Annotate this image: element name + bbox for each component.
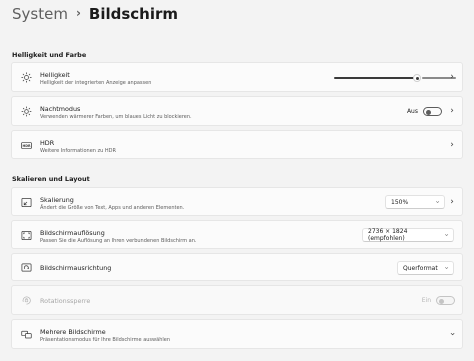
breadcrumb-separator: › — [75, 6, 81, 20]
rotation-lock-title: Rotationssperre — [40, 297, 91, 305]
section-title-scale-layout: Skalieren und Layout — [12, 175, 90, 183]
resolution-icon — [21, 230, 32, 241]
rotation-lock-card: Rotationssperre Ein — [11, 285, 463, 315]
orientation-icon — [21, 262, 32, 273]
rotation-lock-icon — [21, 295, 32, 306]
hdr-icon-glyph: HDR — [22, 144, 30, 148]
scaling-title: Skalierung — [40, 196, 74, 204]
night-mode-state-label: Aus — [406, 108, 418, 115]
orientation-dropdown-value: Querformat — [403, 264, 438, 272]
multiple-displays-description: Präsentationsmodus für Ihre Bildschirme … — [40, 337, 170, 343]
night-mode-chevron-icon[interactable]: › — [448, 106, 456, 116]
resolution-description: Passen Sie die Auflösung an Ihren verbun… — [40, 238, 197, 244]
scaling-dropdown[interactable]: 150% › — [385, 195, 445, 209]
resolution-dropdown-value: 2736 × 1824 (empfohlen) — [368, 228, 408, 242]
rotation-lock-state-label: Ein — [421, 297, 431, 304]
hdr-icon: HDR — [21, 140, 32, 151]
night-mode-description: Verwenden wärmerer Farben, um blaues Lic… — [40, 114, 192, 120]
section-title-brightness-color: Helligkeit und Farbe — [12, 51, 87, 59]
scale-icon — [21, 197, 32, 208]
page-title: Bildschirm — [88, 5, 179, 23]
multiple-displays-title: Mehrere Bildschirme — [40, 328, 106, 336]
resolution-title: Bildschirmauflösung — [40, 229, 105, 237]
breadcrumb-system-link[interactable]: System — [12, 5, 68, 23]
multiple-displays-card[interactable]: Mehrere Bildschirme Präsentationsmodus f… — [11, 319, 463, 349]
scaling-card: Skalierung Ändert die Größe von Text, Ap… — [11, 187, 463, 216]
chevron-down-icon: › — [442, 266, 451, 270]
rotation-lock-toggle[interactable] — [436, 296, 455, 305]
chevron-down-icon: › — [442, 233, 451, 237]
brightness-slider-thumb[interactable] — [413, 74, 421, 82]
night-mode-toggle-group: Aus — [407, 107, 442, 116]
scaling-description: Ändert die Größe von Text, Apps und ande… — [40, 205, 185, 211]
multiple-displays-expand-chevron-icon[interactable]: › — [447, 330, 457, 338]
resolution-card: Bildschirmauflösung Passen Sie die Auflö… — [11, 220, 463, 249]
orientation-dropdown[interactable]: Querformat › — [397, 261, 454, 275]
resolution-dropdown[interactable]: 2736 × 1824 (empfohlen) › — [362, 228, 454, 242]
orientation-card: Bildschirmausrichtung Querformat › — [11, 253, 463, 281]
night-mode-card[interactable]: Nachtmodus Verwenden wärmerer Farben, um… — [11, 96, 463, 126]
hdr-description[interactable]: Weitere Informationen zu HDR — [40, 148, 116, 154]
scaling-chevron-icon[interactable]: › — [448, 197, 456, 207]
orientation-title: Bildschirmausrichtung — [40, 264, 112, 272]
brightness-expand-chevron-icon[interactable]: › — [448, 72, 456, 82]
multiple-displays-icon — [21, 329, 32, 340]
chevron-down-icon: › — [433, 200, 442, 204]
brightness-card: Helligkeit Helligkeit der integrierten A… — [11, 62, 463, 92]
breadcrumb: System › Bildschirm — [12, 5, 178, 23]
brightness-slider[interactable] — [334, 74, 456, 82]
rotation-lock-toggle-group: Ein — [422, 296, 455, 305]
hdr-title: HDR — [40, 139, 55, 147]
night-mode-title: Nachtmodus — [40, 105, 81, 113]
hdr-card[interactable]: HDR HDR Weitere Informationen zu HDR › — [11, 130, 463, 159]
hdr-chevron-icon[interactable]: › — [448, 140, 456, 150]
sun-icon — [21, 72, 32, 83]
scaling-dropdown-value: 150% — [391, 198, 409, 206]
brightness-slider-fill — [334, 77, 417, 79]
brightness-description: Helligkeit der integrierten Anzeige anpa… — [40, 80, 152, 86]
night-mode-toggle[interactable] — [423, 107, 442, 116]
night-light-icon — [21, 106, 32, 117]
brightness-title: Helligkeit — [40, 71, 70, 79]
